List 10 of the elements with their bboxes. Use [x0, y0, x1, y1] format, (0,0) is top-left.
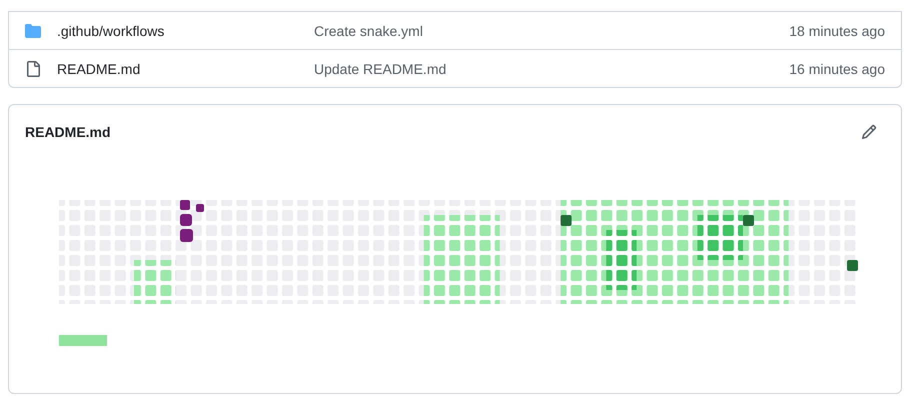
- file-name-link[interactable]: README.md: [57, 60, 314, 76]
- commit-time: 16 minutes ago: [789, 60, 885, 76]
- commit-message-link[interactable]: Create snake.yml: [314, 22, 790, 38]
- file-icon: [25, 60, 41, 76]
- folder-icon: [25, 22, 41, 38]
- commit-message-link[interactable]: Update README.md: [314, 60, 790, 76]
- pencil-icon[interactable]: [861, 124, 877, 140]
- file-name-link[interactable]: .github/workflows: [57, 22, 314, 38]
- readme-title: README.md: [25, 124, 111, 140]
- commit-time: 18 minutes ago: [789, 22, 885, 38]
